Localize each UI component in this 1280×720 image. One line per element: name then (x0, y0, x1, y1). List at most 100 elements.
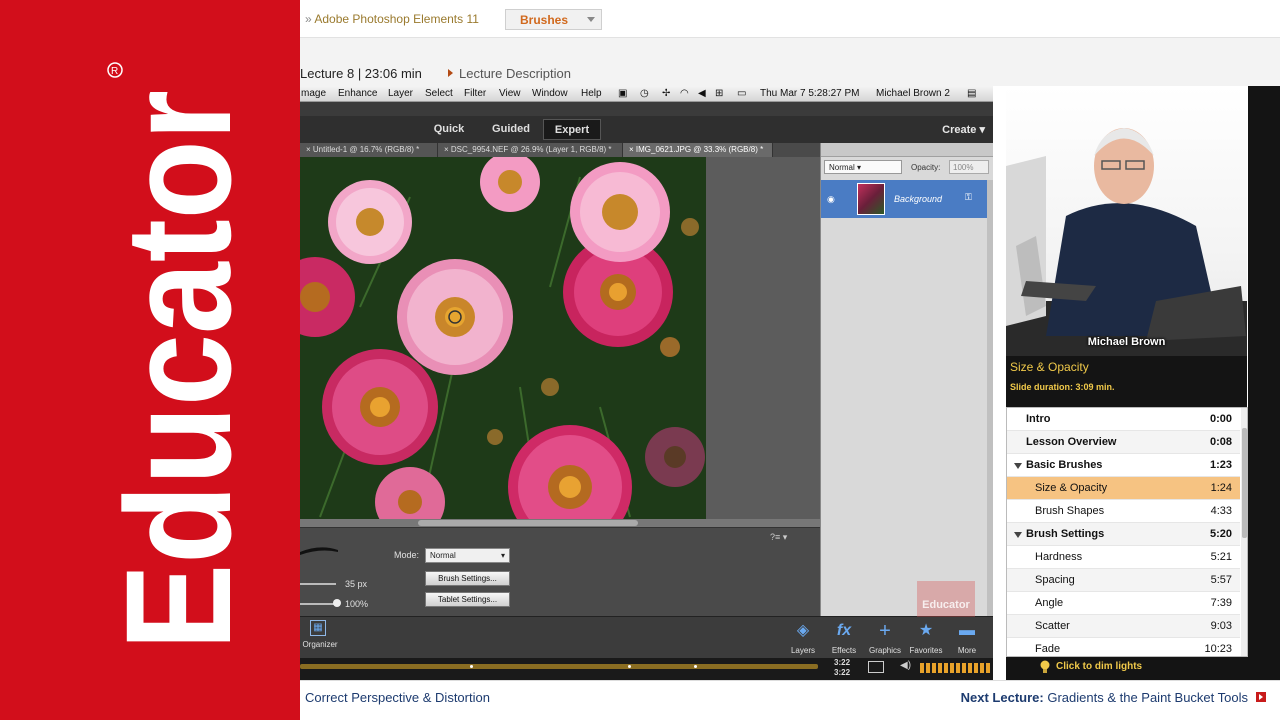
presenter-video[interactable]: Michael Brown (1006, 86, 1247, 356)
toc-item[interactable]: Brush Shapes 4:33 (1007, 500, 1240, 523)
tablet-settings-button[interactable]: Tablet Settings... (425, 592, 510, 607)
play-next-icon[interactable] (1256, 692, 1266, 702)
caret-down-icon[interactable] (1014, 463, 1022, 469)
opacity-slider[interactable] (300, 603, 336, 605)
menubar-user[interactable]: Michael Brown 2 (876, 88, 950, 99)
lesson-select[interactable]: Brushes (505, 9, 602, 30)
menu-image[interactable]: mage (301, 88, 326, 99)
wifi-icon[interactable]: ◠ (680, 88, 689, 99)
breadcrumb-course-link[interactable]: Adobe Photoshop Elements 11 (314, 12, 479, 26)
outline-scrollbar[interactable] (1241, 408, 1247, 656)
time-machine-icon[interactable]: ◷ (640, 88, 649, 99)
toc-item-active[interactable]: Size & Opacity 1:24 (1007, 477, 1240, 500)
educator-watermark: Educator (917, 581, 975, 617)
toc-section[interactable]: Basic Brushes 1:23 (1007, 454, 1240, 477)
layer-thumbnail (857, 183, 885, 215)
mode-guided-button[interactable]: Guided (485, 119, 537, 140)
input-icon[interactable]: ⊞ (715, 88, 723, 99)
flower-photo[interactable] (300, 157, 706, 519)
lock-icon[interactable]: ⚿ (965, 192, 972, 203)
blend-mode-select[interactable]: Normal ▾ (824, 160, 902, 174)
toc-item[interactable]: Intro 0:00 (1007, 408, 1240, 431)
canvas-horizontal-scrollbar[interactable] (300, 519, 820, 527)
organizer-icon: ▦ (310, 620, 326, 636)
lecture-description-link[interactable]: Lecture Description (448, 66, 571, 81)
layers-scrollbar[interactable] (987, 180, 993, 616)
toc-title: Scatter (1035, 620, 1070, 632)
mode-expert-button[interactable]: Expert (543, 119, 601, 140)
chapter-marker[interactable] (470, 665, 473, 668)
help-icon[interactable]: ?≡ ▾ (770, 532, 787, 543)
presenter-image (1006, 128, 1247, 356)
slider-handle[interactable] (333, 599, 341, 607)
breadcrumb-bar: » Adobe Photoshop Elements 11 Brushes (300, 0, 1280, 38)
chapter-marker[interactable] (694, 665, 697, 668)
spotlight-icon[interactable]: ▤ (967, 88, 976, 99)
tab-untitled-1[interactable]: × Untitled-1 @ 16.7% (RGB/8) * (300, 143, 438, 157)
chapter-marker[interactable] (628, 665, 631, 668)
toc-item[interactable]: Angle 7:39 (1007, 592, 1240, 615)
fx-icon: fx (836, 622, 852, 639)
toc-item[interactable]: Lesson Overview 0:08 (1007, 431, 1240, 454)
monitor-icon[interactable]: ▣ (618, 88, 627, 99)
toc-time: 1:24 (1210, 482, 1232, 494)
tab-dsc-9954[interactable]: × DSC_9954.NEF @ 26.9% (Layer 1, RGB/8) … (438, 143, 623, 157)
create-menu[interactable]: Create ▾ (942, 123, 985, 136)
toc-item[interactable]: Spacing 5:57 (1007, 569, 1240, 592)
toc-item[interactable]: Hardness 5:21 (1007, 546, 1240, 569)
taskbar-organizer[interactable]: ▦ Organizer (300, 620, 340, 649)
toc-item[interactable]: Fade 10:23 (1007, 638, 1240, 656)
right-gutter (1248, 86, 1280, 680)
mode-quick-button[interactable]: Quick (427, 119, 471, 140)
brush-mode-value: Normal (430, 551, 456, 560)
caret-down-icon[interactable] (1014, 532, 1022, 538)
toc-title: Intro (1026, 413, 1051, 425)
menubar-clock[interactable]: Thu Mar 7 5:28:27 PM (760, 88, 860, 99)
scrollbar-thumb[interactable] (418, 520, 638, 526)
document-tabs: × Untitled-1 @ 16.7% (RGB/8) * × DSC_995… (300, 143, 820, 157)
menu-select[interactable]: Select (425, 88, 453, 99)
seek-bar[interactable] (300, 664, 818, 669)
scrollbar-thumb[interactable] (1242, 428, 1247, 538)
toc-item[interactable]: Scatter 9:03 (1007, 615, 1240, 638)
menu-window[interactable]: Window (532, 88, 568, 99)
toc-time: 4:33 (1210, 505, 1232, 517)
volume-icon[interactable]: ◀) (900, 660, 911, 671)
eye-icon[interactable]: ◉ (827, 194, 835, 205)
menu-enhance[interactable]: Enhance (338, 88, 377, 99)
taskbar-more[interactable]: ▬ More (947, 620, 987, 655)
bluetooth-icon[interactable]: ✢ (662, 88, 670, 99)
document-canvas[interactable] (300, 157, 820, 527)
lecture-navigation: Correct Perspective & Distortion Next Le… (300, 680, 1280, 720)
size-slider[interactable] (300, 583, 336, 585)
lesson-outline: Intro 0:00 Lesson Overview 0:08 Basic Brus… (1006, 407, 1248, 657)
taskbar-layers[interactable]: ◈ Layers (783, 620, 823, 655)
dim-lights-bar[interactable]: Click to dim lights (1006, 657, 1248, 680)
current-time: 3:22 (834, 658, 851, 667)
volume-icon[interactable]: ◀ (698, 88, 706, 99)
menu-layer[interactable]: Layer (388, 88, 413, 99)
menu-help[interactable]: Help (581, 88, 602, 99)
previous-lecture-link[interactable]: Correct Perspective & Distortion (305, 690, 490, 705)
layer-opacity-input[interactable]: 100% (949, 160, 989, 174)
toc-section[interactable]: Brush Settings 5:20 (1007, 523, 1240, 546)
tab-label: IMG_0621.JPG @ 33.3% (RGB/8) * (635, 145, 764, 154)
layer-name: Background (894, 194, 943, 204)
taskbar-graphics[interactable]: + Graphics (865, 620, 905, 655)
brush-settings-button[interactable]: Brush Settings... (425, 571, 510, 586)
tab-img-0621[interactable]: × IMG_0621.JPG @ 33.3% (RGB/8) * (623, 143, 773, 157)
menu-filter[interactable]: Filter (464, 88, 486, 99)
taskbar-effects[interactable]: fx Effects (824, 620, 864, 655)
menu-view[interactable]: View (499, 88, 521, 99)
taskbar-label: More (957, 646, 977, 655)
next-lecture-title: Gradients & the Paint Bucket Tools (1047, 690, 1248, 705)
toc-title: Lesson Overview (1026, 436, 1117, 448)
next-lecture-link[interactable]: Next Lecture: Gradients & the Paint Buck… (961, 690, 1248, 705)
brush-mode-select[interactable]: Normal ▾ (425, 548, 510, 563)
taskbar-favorites[interactable]: ★ Favorites (906, 620, 946, 655)
toc-time: 5:21 (1210, 551, 1232, 563)
fullscreen-icon[interactable] (868, 661, 884, 673)
battery-icon[interactable]: ▭ (737, 88, 746, 99)
volume-bar[interactable] (920, 663, 990, 673)
layer-row-background[interactable]: ◉ Background ⚿ (821, 180, 987, 218)
